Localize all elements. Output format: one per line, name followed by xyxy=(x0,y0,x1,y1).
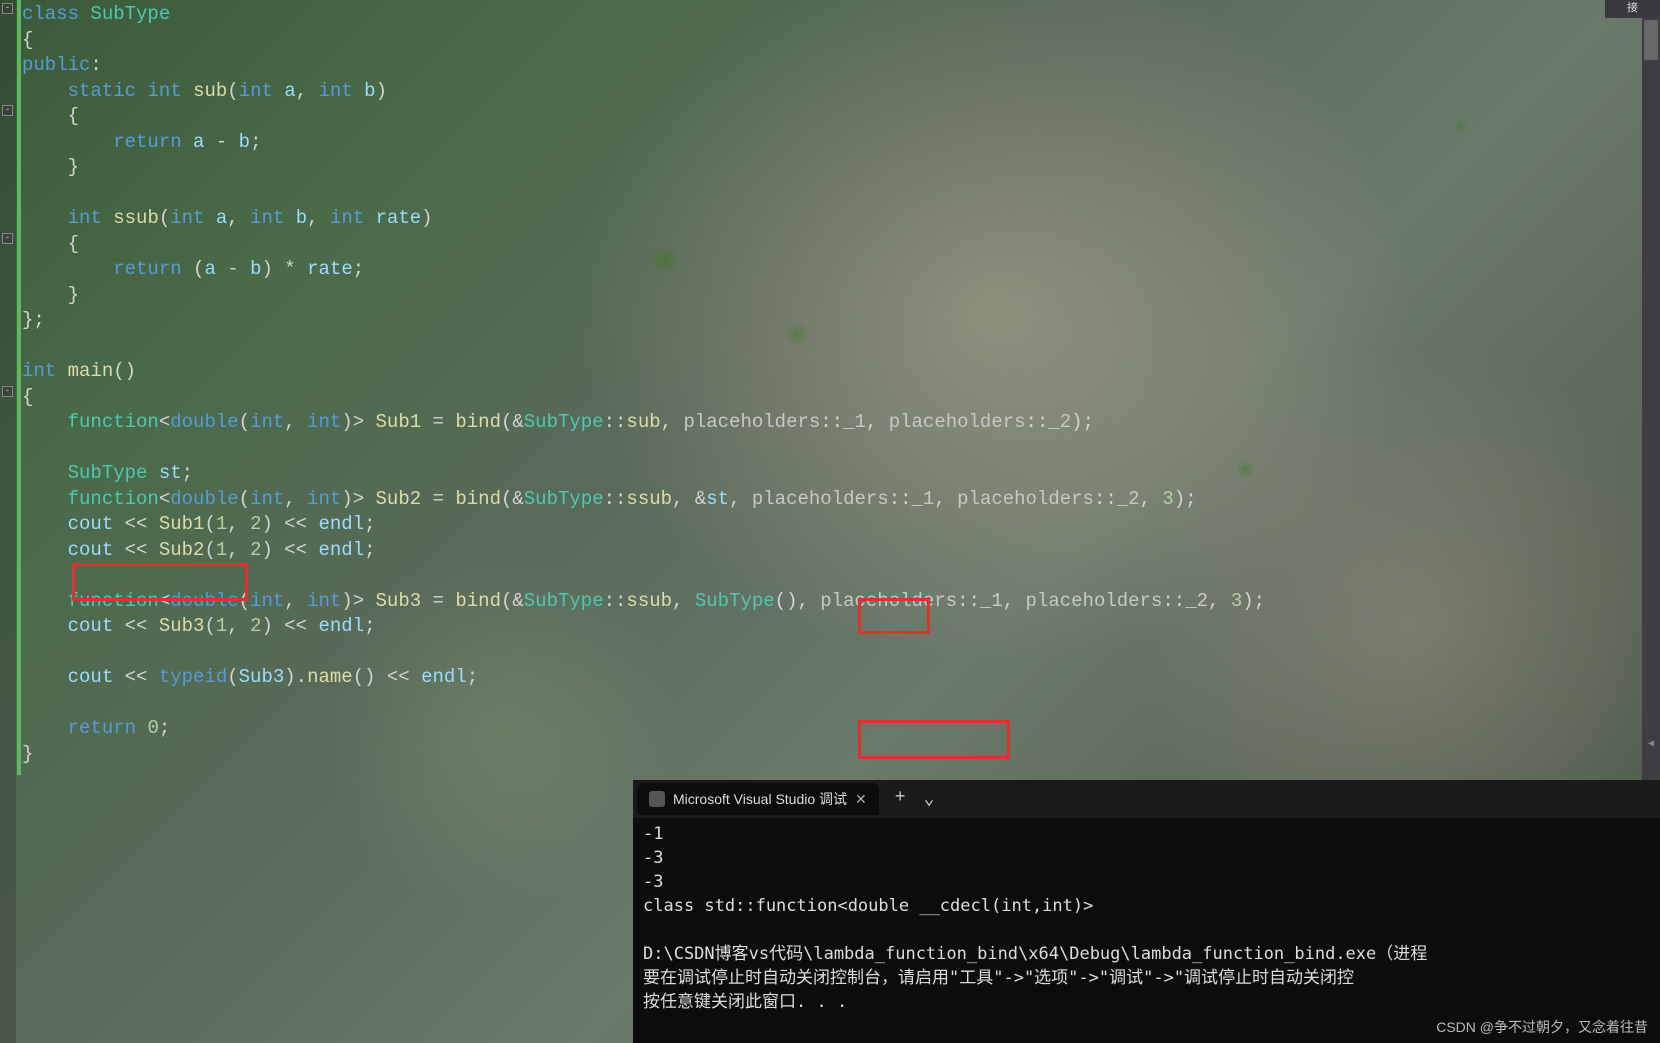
terminal-window: Microsoft Visual Studio 调试 ✕ + ⌄ -1 -3 -… xyxy=(633,780,1660,1043)
output-line: D:\CSDN博客vs代码\lambda_function_bind\x64\D… xyxy=(643,944,1438,964)
output-line: -3 xyxy=(643,848,663,868)
new-tab-button[interactable]: + xyxy=(895,788,906,810)
fold-marker[interactable]: - xyxy=(2,386,13,397)
function-ssub: ssub xyxy=(113,207,159,229)
fold-marker[interactable]: - xyxy=(2,3,13,14)
fold-marker[interactable]: - xyxy=(2,105,13,116)
output-line: class std::function<double __cdecl(int,i… xyxy=(643,896,1093,916)
fold-marker[interactable]: - xyxy=(2,233,13,244)
brace: { xyxy=(22,29,33,51)
type-name: SubType xyxy=(90,3,170,25)
tab-dropdown-icon[interactable]: ⌄ xyxy=(924,788,935,810)
code-editor[interactable]: class SubType { public: static int sub(i… xyxy=(22,2,1642,767)
watermark-text: CSDN @争不过朝夕，又念着往昔 xyxy=(1436,1017,1648,1037)
scrollbar-thumb[interactable] xyxy=(1644,20,1658,60)
terminal-icon xyxy=(649,791,665,807)
keyword-public: public xyxy=(22,54,90,76)
close-icon[interactable]: ✕ xyxy=(855,791,867,808)
change-indicator-bar xyxy=(17,0,21,775)
function-main: main xyxy=(68,360,114,382)
terminal-tabbar: Microsoft Visual Studio 调试 ✕ + ⌄ xyxy=(633,780,1660,818)
keyword-class: class xyxy=(22,3,79,25)
function-sub: sub xyxy=(193,80,227,102)
terminal-tab-title: Microsoft Visual Studio 调试 xyxy=(673,789,847,809)
scroll-left-arrow[interactable]: ◀ xyxy=(1644,738,1658,752)
terminal-output[interactable]: -1 -3 -3 class std::function<double __cd… xyxy=(633,818,1660,1043)
terminal-actions: + ⌄ xyxy=(883,788,935,810)
output-line: 按任意键关闭此窗口. . . xyxy=(643,992,847,1012)
output-line: -3 xyxy=(643,872,663,892)
code-gutter xyxy=(0,0,16,1043)
output-line: 要在调试停止时自动关闭控制台，请启用"工具"->"选项"->"调试"->"调试停… xyxy=(643,968,1354,988)
output-line: -1 xyxy=(643,824,663,844)
terminal-tab[interactable]: Microsoft Visual Studio 调试 ✕ xyxy=(637,783,879,815)
